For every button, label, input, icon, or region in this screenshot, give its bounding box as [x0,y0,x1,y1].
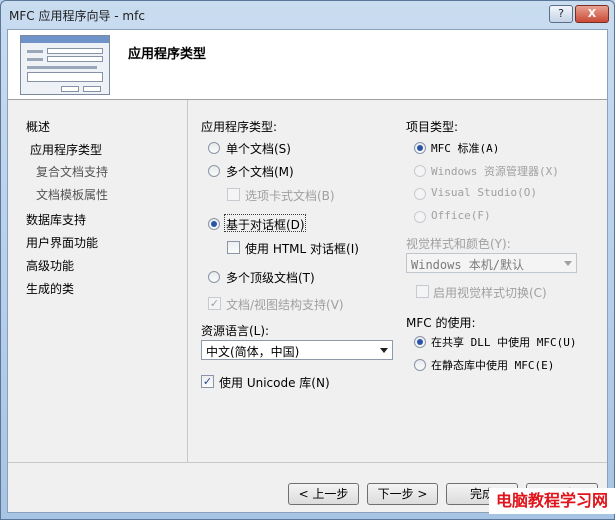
visual-style-select[interactable]: Windows 本机/默认 [406,253,577,273]
nav-item-doc-template[interactable]: 文档模板属性 [36,186,108,203]
multi-doc-label[interactable]: 多个文档(M) [226,163,294,180]
radio-static-lib[interactable] [414,359,426,371]
radio-dialog-based[interactable] [208,218,220,230]
window-title: MFC 应用程序向导 - mfc [9,9,145,23]
radio-multi-doc[interactable] [208,165,220,177]
next-button[interactable]: 下一步 > [367,483,438,505]
static-lib-label[interactable]: 在静态库中使用 MFC(E) [431,357,554,373]
project-type-label: 项目类型: [406,120,459,134]
doc-view-label: 文档/视图结构支持(V) [226,298,344,312]
nav-item-overview[interactable]: 概述 [26,118,50,135]
dialog-client: 应用程序类型 概述 应用程序类型 复合文档支持 文档模板属性 数据库支持 用户界… [7,29,608,513]
wizard-header: 应用程序类型 [8,30,607,100]
shared-dll-label[interactable]: 在共享 DLL 中使用 MFC(U) [431,334,576,350]
office-label: Office(F) [431,209,491,222]
radio-mfc-standard[interactable] [414,142,426,154]
checkbox-html-dialog[interactable] [227,241,240,254]
site-watermark: 电脑教程学习网 [489,488,615,514]
checkbox-doc-view[interactable]: ✓ [208,297,221,310]
unicode-label[interactable]: 使用 Unicode 库(N) [219,374,330,391]
mfc-use-label: MFC 的使用: [406,316,476,330]
tabbed-docs-label: 选项卡式文档(B) [245,189,335,203]
nav-item-ui-features[interactable]: 用户界面功能 [26,234,98,251]
nav-item-database[interactable]: 数据库支持 [26,211,86,228]
resource-lang-label: 资源语言(L): [201,324,270,338]
help-button[interactable]: ? [549,5,573,23]
resource-lang-value: 中文(简体，中国) [206,345,300,359]
chevron-down-icon [564,261,572,266]
radio-windows-explorer[interactable] [414,165,426,177]
chevron-down-icon [380,348,388,353]
mfc-standard-label[interactable]: MFC 标准(A) [431,140,499,156]
options-panel: 应用程序类型: 单个文档(S) 多个文档(M) 选项卡式文档(B) 基于对话框(… [187,100,607,462]
nav-item-app-type[interactable]: 应用程序类型 [30,141,102,158]
app-type-label: 应用程序类型: [201,120,278,134]
dialog-preview-image [20,35,110,95]
nav-item-generated-classes[interactable]: 生成的类 [26,280,74,297]
single-doc-label[interactable]: 单个文档(S) [226,140,291,157]
visual-style-value: Windows 本机/默认 [411,258,525,272]
nav-item-advanced[interactable]: 高级功能 [26,257,74,274]
dialog-based-label[interactable]: 基于对话框(D) [226,216,305,233]
checkbox-tabbed-docs[interactable] [227,188,240,201]
resource-lang-select[interactable]: 中文(简体，中国) [201,340,393,360]
title-bar[interactable]: MFC 应用程序向导 - mfc ? X [1,1,614,29]
nav-item-compound-docs[interactable]: 复合文档支持 [36,163,108,180]
windows-explorer-label: Windows 资源管理器(X) [431,165,559,178]
close-button[interactable]: X [575,5,609,23]
prev-button[interactable]: < 上一步 [288,483,359,505]
style-toggle-label: 启用视觉样式切换(C) [433,286,547,300]
visual-studio-label: Visual Studio(O) [431,186,537,199]
multi-toplevel-label[interactable]: 多个顶级文档(T) [226,269,315,286]
radio-single-doc[interactable] [208,142,220,154]
radio-visual-studio[interactable] [414,188,426,200]
html-dialog-label[interactable]: 使用 HTML 对话框(I) [245,240,359,257]
wizard-window: MFC 应用程序向导 - mfc ? X 应用程序类型 概述 应用程序类型 复合… [0,0,615,520]
visual-style-label: 视觉样式和颜色(Y): [406,237,511,251]
radio-multi-toplevel[interactable] [208,271,220,283]
checkbox-style-toggle[interactable] [416,285,429,298]
radio-shared-dll[interactable] [414,336,426,348]
checkbox-unicode[interactable]: ✓ [201,375,214,388]
radio-office[interactable] [414,211,426,223]
page-title: 应用程序类型 [128,47,207,62]
